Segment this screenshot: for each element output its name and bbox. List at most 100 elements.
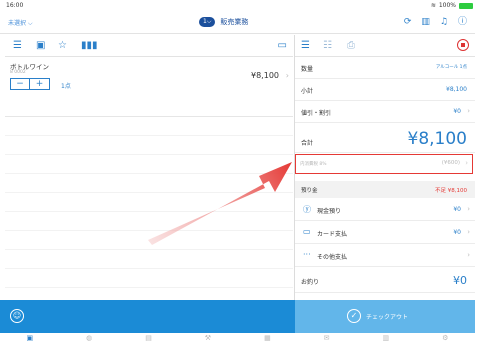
chevron-right-icon: ›: [285, 71, 289, 80]
battery-percent: 100%: [438, 2, 456, 9]
empty-row: [5, 231, 293, 250]
inventory-tab-icon[interactable]: ▦: [264, 333, 271, 344]
plus-button[interactable]: +: [30, 78, 50, 90]
chevron-right-icon: ›: [467, 205, 470, 213]
staff-selector[interactable]: 未選択 ⌵: [8, 18, 33, 28]
quantity-row: 数量 アルコール 1点: [295, 57, 475, 79]
total-value: ¥8,100: [407, 129, 467, 149]
empty-row: [5, 174, 293, 193]
discount-row[interactable]: 値引・割引 ¥0 ›: [295, 101, 475, 123]
register-number-badge: 1⌵: [199, 17, 216, 27]
empty-row: [5, 155, 293, 174]
reports-tab-icon[interactable]: ▥: [383, 333, 390, 344]
card-payment-row[interactable]: ▭ カード支払 ¥0 ›: [295, 221, 475, 244]
wifi-icon: ≋: [430, 2, 436, 9]
chevron-right-icon: ›: [465, 159, 468, 167]
print-icon[interactable]: ⎙: [347, 40, 355, 51]
chevron-right-icon: ›: [467, 251, 470, 259]
top-icons: ⟳ ▥ ♫ ⓘ: [404, 17, 467, 27]
chevron-right-icon: ›: [467, 228, 470, 236]
cash-payment-row[interactable]: ⓨ 現金預り ¥0 ›: [295, 198, 475, 221]
right-toolbar: ☰ ☷ ⎙: [295, 35, 475, 57]
bell-icon[interactable]: ♫: [440, 17, 448, 27]
register-name: 販売業務: [220, 18, 249, 26]
folder-icon[interactable]: ▭: [278, 40, 287, 51]
change-row: お釣り ¥0: [295, 267, 475, 293]
empty-row: [5, 136, 293, 155]
cash-value: ¥0: [453, 206, 461, 213]
cash-label: 現金預り: [317, 208, 342, 215]
subtotal-row: 小計 ¥8,100: [295, 79, 475, 101]
yen-coin-icon: ⓨ: [303, 205, 311, 214]
receipt-list-icon[interactable]: ☷: [323, 40, 332, 51]
other-payment-row[interactable]: ··· その他支払 ›: [295, 244, 475, 267]
card-label: カード支払: [317, 231, 348, 238]
status-bar: 16:00 ≋ 100%: [0, 0, 483, 12]
customer-icon[interactable]: ☺: [10, 309, 24, 323]
checkmark-icon: ✓: [347, 309, 361, 323]
cart-pane: ☰ ▣ ☆ ▮▮▮ ▭ ボトルワイン 8 0002 − + 1点 ¥8,100 …: [5, 35, 293, 307]
battery-icon: [459, 2, 473, 9]
item-price: ¥8,100: [251, 71, 279, 80]
more-dots-icon: ···: [303, 250, 311, 259]
star-icon[interactable]: ☆: [58, 40, 67, 51]
change-label: お釣り: [301, 279, 320, 286]
total-row: 合計 ¥8,100: [295, 123, 475, 153]
empty-row: [5, 269, 293, 288]
list-detail-icon[interactable]: ☰: [301, 40, 310, 51]
card-value: ¥0: [453, 229, 461, 236]
deposit-header: 預り金 不足 ¥8,100: [295, 181, 475, 198]
help-icon[interactable]: ⓘ: [458, 17, 467, 27]
sales-tab-icon[interactable]: ◍: [86, 333, 92, 344]
barcode-icon[interactable]: ▮▮▮: [81, 40, 98, 51]
empty-row: [5, 193, 293, 212]
deposit-label: 預り金: [301, 188, 318, 194]
checkout-content: ✓ チェックアウト: [347, 309, 408, 323]
empty-row: [5, 212, 293, 231]
left-toolbar: ☰ ▣ ☆ ▮▮▮ ▭: [5, 35, 293, 57]
tools-tab-icon[interactable]: ⚒: [205, 333, 211, 344]
settings-tab-icon[interactable]: ⚙: [442, 333, 448, 344]
subtotal-value: ¥8,100: [446, 86, 467, 93]
minus-button[interactable]: −: [10, 78, 30, 90]
empty-row: [5, 250, 293, 269]
register-title[interactable]: 1⌵ 販売業務: [199, 17, 248, 27]
item-code: 8 0002: [10, 70, 26, 75]
customers-tab-icon[interactable]: ✉: [324, 333, 330, 344]
tax-row[interactable]: 内消費税 8% (¥600) ›: [295, 154, 473, 174]
status-right: ≋ 100%: [431, 2, 473, 9]
tax-value: (¥600): [441, 160, 460, 166]
staff-selector-label: 未選択: [8, 20, 27, 27]
summary-pane: ☰ ☷ ⎙ 数量 アルコール 1点 小計 ¥8,100 値引・割引 ¥0 › 合…: [295, 35, 475, 300]
item-quantity: 1点: [61, 83, 71, 90]
register-tab-icon[interactable]: ▣: [26, 333, 33, 344]
category-icon[interactable]: ▣: [36, 40, 45, 51]
top-bar: 未選択 ⌵ 1⌵ 販売業務 ⟳ ▥ ♫ ⓘ: [0, 12, 475, 34]
chevron-right-icon: ›: [467, 107, 470, 115]
chevron-down-icon: ⌵: [27, 20, 33, 27]
total-label: 合計: [301, 140, 314, 147]
discount-label: 値引・割引: [301, 110, 332, 117]
quantity-stepper: − +: [10, 78, 50, 90]
tab-bar: ▣ ◍ ▤ ⚒ ▦ ✉ ▥ ⚙: [0, 333, 475, 344]
deposit-shortage: 不足 ¥8,100: [435, 188, 467, 194]
change-value: ¥0: [453, 274, 467, 287]
tax-label: 内消費税 8%: [300, 162, 327, 167]
discount-value: ¥0: [453, 108, 461, 115]
refresh-icon[interactable]: ⟳: [404, 17, 412, 27]
status-time: 16:00: [6, 2, 24, 9]
guest-count-row[interactable]: ▶ 客数 1人: [295, 293, 475, 300]
stop-icon[interactable]: [457, 39, 469, 51]
credit-card-icon: ▭: [303, 227, 311, 236]
panel-icon[interactable]: ▥: [421, 17, 430, 27]
checkout-button[interactable]: ✓ チェックアウト: [295, 300, 475, 333]
other-label: その他支払: [317, 254, 348, 261]
bottom-bar: ☺ ✓ チェックアウト: [0, 300, 475, 333]
list-icon[interactable]: ☰: [13, 40, 22, 51]
bottom-bar-left: ☺: [0, 300, 295, 333]
history-tab-icon[interactable]: ▤: [145, 333, 152, 344]
subtotal-label: 小計: [301, 88, 314, 95]
cart-item-row[interactable]: ボトルワイン 8 0002 − + 1点 ¥8,100 ›: [5, 57, 293, 117]
checkout-label: チェックアウト: [366, 313, 409, 321]
